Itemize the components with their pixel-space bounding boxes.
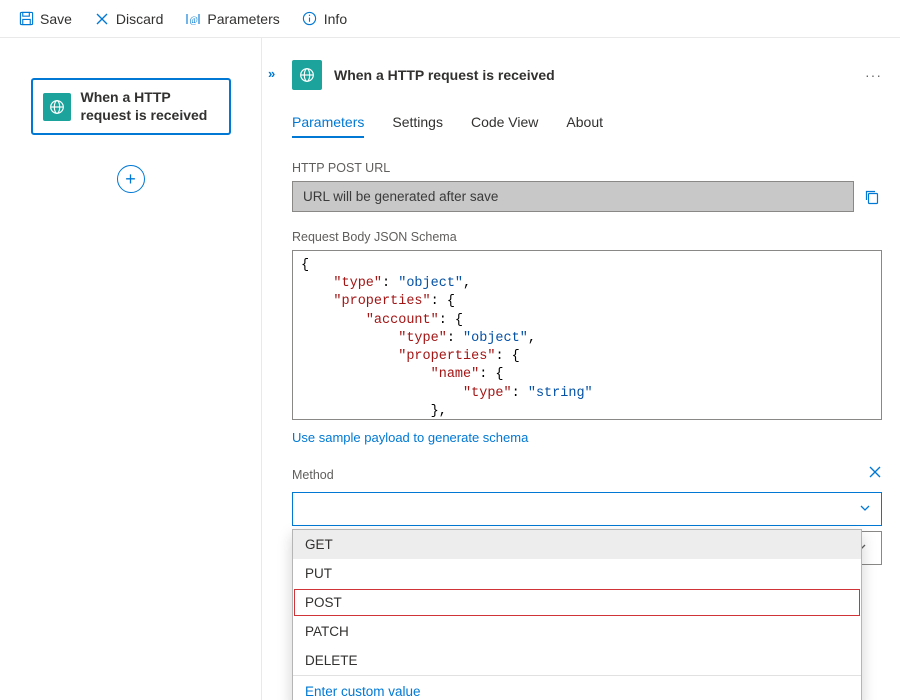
- parameters-icon: @: [185, 11, 201, 27]
- method-dropdown: GET PUT POST PATCH DELETE Enter custom v…: [292, 529, 862, 700]
- url-field: URL will be generated after save: [292, 181, 854, 212]
- info-icon: [302, 11, 318, 27]
- plus-icon: +: [125, 169, 136, 190]
- trigger-card-label: When a HTTP request is received: [81, 89, 219, 124]
- copy-url-button[interactable]: [862, 187, 882, 207]
- schema-field-label: Request Body JSON Schema: [292, 230, 882, 244]
- trigger-card[interactable]: When a HTTP request is received: [31, 78, 231, 135]
- discard-button[interactable]: Discard: [84, 6, 173, 32]
- tab-parameters[interactable]: Parameters: [292, 108, 364, 138]
- more-menu-button[interactable]: ···: [865, 67, 882, 83]
- method-field: Method GET PUT POST PATCH DEL: [292, 465, 882, 526]
- detail-header: When a HTTP request is received ···: [292, 60, 882, 90]
- parameters-label: Parameters: [207, 11, 279, 27]
- method-field-label: Method: [292, 468, 334, 482]
- method-select[interactable]: [292, 492, 882, 526]
- schema-editor[interactable]: { "type": "object", "properties": { "acc…: [292, 250, 882, 420]
- http-trigger-icon: [292, 60, 322, 90]
- http-trigger-icon: [43, 93, 71, 121]
- method-option-get[interactable]: GET: [293, 530, 861, 559]
- discard-label: Discard: [116, 11, 163, 27]
- save-label: Save: [40, 11, 72, 27]
- command-bar: Save Discard @ Parameters Info: [0, 0, 900, 38]
- remove-parameter-button[interactable]: [868, 465, 882, 484]
- svg-text:@: @: [190, 15, 198, 25]
- tab-about[interactable]: About: [566, 108, 603, 138]
- info-button[interactable]: Info: [292, 6, 357, 32]
- info-label: Info: [324, 11, 347, 27]
- tab-code-view[interactable]: Code View: [471, 108, 538, 138]
- add-step-button[interactable]: +: [117, 165, 145, 193]
- collapse-toggle[interactable]: »: [268, 66, 275, 81]
- method-option-post[interactable]: POST: [293, 588, 861, 617]
- method-option-put[interactable]: PUT: [293, 559, 861, 588]
- save-icon: [18, 11, 34, 27]
- detail-tabs: Parameters Settings Code View About: [292, 108, 882, 139]
- method-option-custom[interactable]: Enter custom value: [293, 675, 861, 700]
- close-icon: [94, 11, 110, 27]
- detail-pane: » When a HTTP request is received ··· Pa…: [262, 38, 900, 700]
- method-option-patch[interactable]: PATCH: [293, 617, 861, 646]
- parameters-button[interactable]: @ Parameters: [175, 6, 289, 32]
- url-field-label: HTTP POST URL: [292, 161, 882, 175]
- chevron-down-icon: [859, 501, 871, 517]
- detail-title: When a HTTP request is received: [334, 67, 555, 83]
- save-button[interactable]: Save: [8, 6, 82, 32]
- canvas-pane: When a HTTP request is received +: [0, 38, 262, 700]
- method-option-delete[interactable]: DELETE: [293, 646, 861, 675]
- sample-payload-link[interactable]: Use sample payload to generate schema: [292, 430, 528, 445]
- tab-settings[interactable]: Settings: [392, 108, 443, 138]
